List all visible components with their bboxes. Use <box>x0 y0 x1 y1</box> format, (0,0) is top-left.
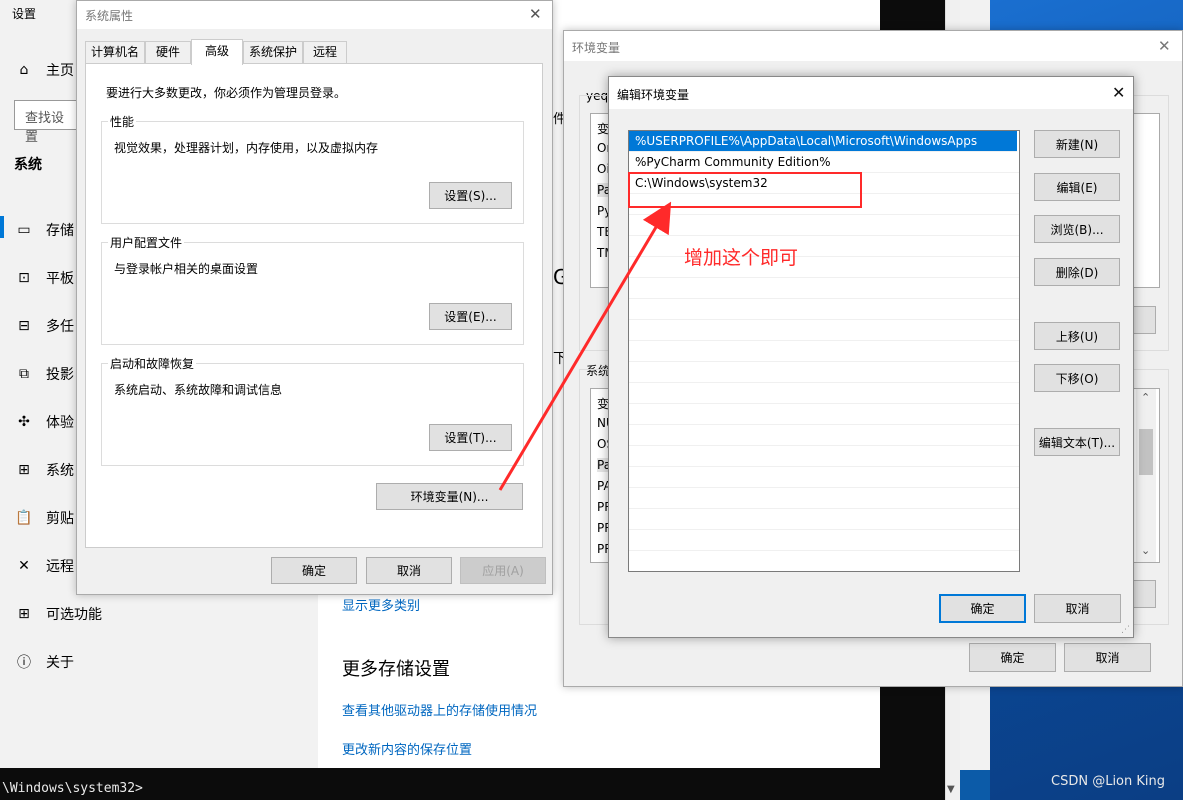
tab-advanced-label: 高级 <box>204 44 229 58</box>
annotation-arrow <box>498 201 672 491</box>
watermark: CSDN @Lion King <box>1051 774 1166 789</box>
tab-advanced[interactable]: 高级 <box>191 39 243 65</box>
